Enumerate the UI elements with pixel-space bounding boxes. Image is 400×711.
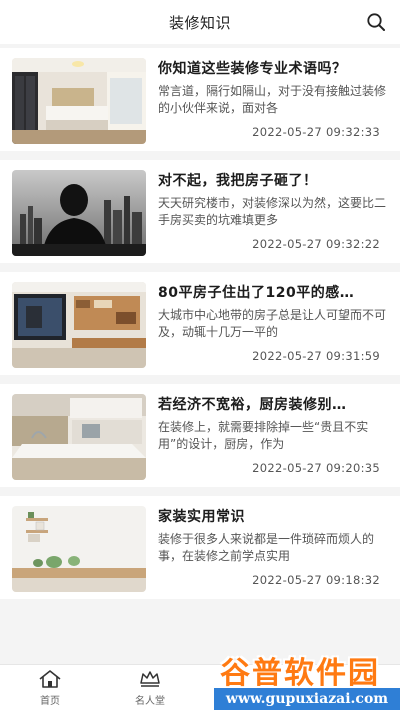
search-icon bbox=[367, 13, 385, 31]
article-summary: 在装修上，就需要排除掉一些“贵且不实用”的设计，厨房，作为 bbox=[158, 420, 369, 451]
search-button[interactable] bbox=[364, 10, 388, 34]
article-timestamp: 2022-05-27 09:32:33 bbox=[252, 125, 380, 139]
crown-icon bbox=[140, 671, 160, 687]
article-summary: 大城市中心地带的房子总是让人可望而不可及，动辄十几万一平的 bbox=[158, 308, 386, 339]
page-title: 装修知识 bbox=[168, 13, 231, 32]
article-timestamp: 2022-05-27 09:31:59 bbox=[252, 349, 380, 363]
article-list: 你知道这些装修专业术语吗？ 常言道，隔行如隔山，对于没有接触过装修的小伙伴来说，… bbox=[0, 48, 400, 608]
article-title: 你知道这些装修专业术语吗？ bbox=[158, 61, 347, 77]
article-summary: 天天研究楼市，对装修深以为然，这要比二手房买卖的坑难填更多 bbox=[158, 196, 386, 227]
article-card[interactable]: 80平房子住出了120平的感… 大城市中心地带的房子总是让人可望而不可及，动辄十… bbox=[0, 272, 400, 375]
top-bar: 装修知识 bbox=[0, 0, 400, 44]
article-summary: 常言道，隔行如隔山，对于没有接触过装修的小伙伴来说，面对各 bbox=[158, 84, 386, 115]
article-thumbnail bbox=[12, 282, 146, 368]
article-title: 家装实用常识 bbox=[158, 509, 245, 525]
watermark: 谷普软件园 www.gupuxiazai.com bbox=[214, 644, 400, 711]
watermark-url: www.gupuxiazai.com bbox=[214, 688, 400, 710]
article-card[interactable]: 对不起，我把房子砸了！ 天天研究楼市，对装修深以为然，这要比二手房买卖的坑难填更… bbox=[0, 160, 400, 263]
article-card[interactable]: 你知道这些装修专业术语吗？ 常言道，隔行如隔山，对于没有接触过装修的小伙伴来说，… bbox=[0, 48, 400, 151]
article-thumbnail bbox=[12, 58, 146, 144]
article-thumbnail bbox=[12, 506, 146, 592]
article-title: 若经济不宽裕，厨房装修别… bbox=[158, 397, 347, 413]
tab-hall-of-fame-label: 名人堂 bbox=[135, 696, 165, 707]
article-timestamp: 2022-05-27 09:20:35 bbox=[252, 461, 380, 475]
tab-hall-of-fame[interactable]: 名人堂 bbox=[120, 669, 180, 709]
article-timestamp: 2022-05-27 09:18:32 bbox=[252, 573, 380, 587]
article-title: 80平房子住出了120平的感… bbox=[158, 285, 355, 301]
article-thumbnail bbox=[12, 394, 146, 480]
app-root: 装修知识 你知道这些装修专业术语吗？ 常言道，隔行如隔山，对于没有接触过装修的小… bbox=[0, 0, 400, 711]
article-timestamp: 2022-05-27 09:32:22 bbox=[252, 237, 380, 251]
home-icon bbox=[39, 670, 61, 688]
article-card[interactable]: 若经济不宽裕，厨房装修别… 在装修上，就需要排除掉一些“贵且不实用”的设计，厨房… bbox=[0, 384, 400, 487]
article-title: 对不起，我把房子砸了！ bbox=[158, 173, 318, 189]
watermark-text: 谷普软件园 bbox=[220, 656, 380, 691]
tab-home-label: 首页 bbox=[40, 696, 60, 707]
article-summary: 装修于很多人来说都是一件琐碎而烦人的事，在装修之前学点实用 bbox=[158, 532, 375, 563]
tab-home[interactable]: 首页 bbox=[20, 669, 80, 709]
article-card[interactable]: 家装实用常识 装修于很多人来说都是一件琐碎而烦人的事，在装修之前学点实用 202… bbox=[0, 496, 400, 599]
article-thumbnail bbox=[12, 170, 146, 256]
